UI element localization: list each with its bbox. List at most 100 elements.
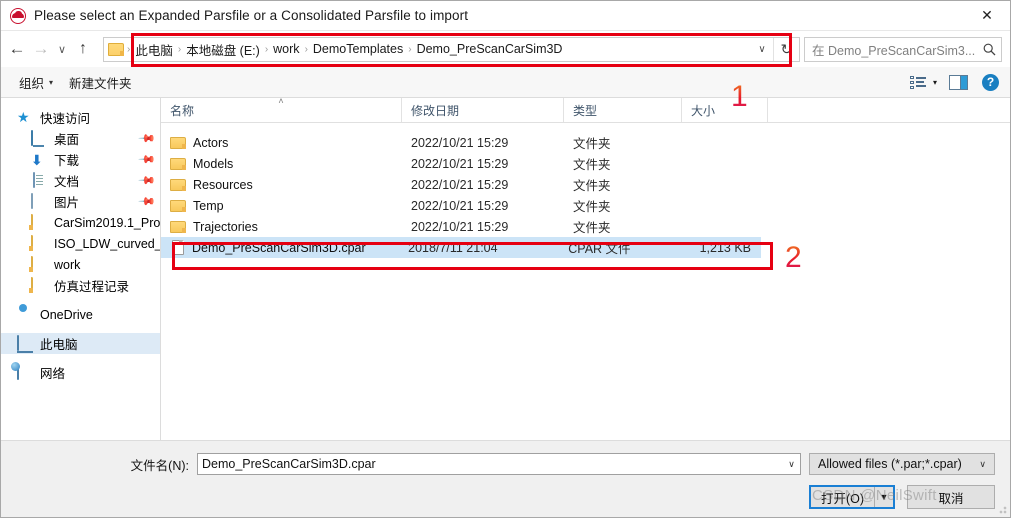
navigation-sidebar: ★ 快速访问 桌面 📌 ⬇ 下载 📌 文档 📌 图片 📌 CarSim2019.… <box>1 98 161 440</box>
file-name: Temp <box>193 198 224 213</box>
folder-icon <box>170 220 186 233</box>
sidebar-item-carsim2019[interactable]: CarSim2019.1_Pro <box>1 212 160 233</box>
table-row[interactable]: Resources 2022/10/21 15:29 文件夹 <box>161 174 1010 195</box>
organize-label: 组织 <box>19 76 45 91</box>
breadcrumb[interactable]: › 此电脑 › 本地磁盘 (E:) › work › DemoTemplates… <box>104 38 751 61</box>
onedrive-icon <box>17 307 34 323</box>
star-icon: ★ <box>17 108 30 125</box>
file-type: 文件夹 <box>573 179 611 193</box>
file-type: 文件夹 <box>573 200 611 214</box>
sidebar-item-simulation-records[interactable]: 仿真过程记录 <box>1 275 160 296</box>
chevron-down-icon: ▾ <box>49 77 54 87</box>
chevron-down-icon: ∨ <box>979 458 986 469</box>
download-icon: ⬇ <box>31 151 43 168</box>
sidebar-item-pictures[interactable]: 图片 📌 <box>1 191 160 212</box>
view-options-icon[interactable] <box>909 75 927 90</box>
command-toolbar: 组织 ▾ 新建文件夹 ▾ ? <box>1 67 1010 98</box>
table-row[interactable]: Actors 2022/10/21 15:29 文件夹 <box>161 132 1010 153</box>
help-icon[interactable]: ? <box>982 73 999 91</box>
column-header-type[interactable]: 类型 <box>564 98 682 122</box>
filename-input[interactable]: Demo_PreScanCarSim3D.cpar ∨ <box>197 453 801 475</box>
file-type: 文件夹 <box>573 137 611 151</box>
file-name: Demo_PreScanCarSim3D.cpar <box>192 240 366 255</box>
column-header-label: 名称 <box>170 103 195 118</box>
search-box[interactable]: 在 Demo_PreScanCarSim3... <box>804 36 1002 62</box>
sidebar-item-documents[interactable]: 文档 📌 <box>1 170 160 191</box>
sidebar-item-this-pc[interactable]: 此电脑 <box>1 333 160 354</box>
breadcrumb-item-2[interactable]: work <box>269 42 303 56</box>
breadcrumb-item-4[interactable]: Demo_PreScanCarSim3D <box>413 42 567 56</box>
forward-button[interactable]: → <box>29 36 53 62</box>
file-name-cell: Actors <box>161 136 402 150</box>
close-icon[interactable]: ✕ <box>964 1 1010 30</box>
file-type: CPAR 文件 <box>568 242 631 256</box>
sidebar-item-label: 桌面 <box>54 133 80 147</box>
chevron-down-icon[interactable]: ∨ <box>783 454 800 474</box>
pin-icon: 📌 <box>137 129 156 148</box>
column-header-label: 大小 <box>691 103 716 118</box>
sidebar-item-label: 文档 <box>54 175 80 189</box>
sidebar-item-downloads[interactable]: ⬇ 下载 📌 <box>1 149 160 170</box>
table-row[interactable]: Trajectories 2022/10/21 15:29 文件夹 <box>161 216 1010 237</box>
file-date: 2022/10/21 15:29 <box>411 135 509 150</box>
sidebar-item-label: ISO_LDW_curved_ <box>54 236 161 251</box>
dialog-body: ★ 快速访问 桌面 📌 ⬇ 下载 📌 文档 📌 图片 📌 CarSim2019.… <box>1 97 1010 441</box>
folder-icon <box>31 213 48 231</box>
breadcrumb-item-3[interactable]: DemoTemplates <box>309 42 407 56</box>
folder-icon <box>31 234 48 252</box>
refresh-icon[interactable]: ↻ <box>773 37 799 61</box>
back-button[interactable]: ← <box>5 36 29 62</box>
file-open-dialog: Please select an Expanded Parsfile or a … <box>0 0 1011 518</box>
sidebar-item-label: CarSim2019.1_Pro <box>54 215 161 230</box>
file-name-cell: Resources <box>161 178 402 192</box>
filename-value: Demo_PreScanCarSim3D.cpar <box>202 457 376 471</box>
file-name-cell: Demo_PreScanCarSim3D.cpar <box>161 240 399 255</box>
annotation-number-1: 1 <box>731 80 748 113</box>
pin-icon: 📌 <box>137 192 156 211</box>
this-pc-icon <box>17 334 34 352</box>
column-header-date[interactable]: 修改日期 <box>402 98 564 122</box>
column-header-name[interactable]: ˄ 名称 <box>161 97 402 122</box>
dialog-footer: 文件名(N): Demo_PreScanCarSim3D.cpar ∨ Allo… <box>1 441 1010 517</box>
toolbar-right-group: ▾ ? <box>909 73 1002 91</box>
folder-icon <box>31 276 48 294</box>
breadcrumb-item-0[interactable]: 此电脑 <box>131 40 177 59</box>
file-name: Trajectories <box>193 219 258 234</box>
table-row-selected[interactable]: Demo_PreScanCarSim3D.cpar 2018/7/11 21:0… <box>161 237 761 258</box>
sidebar-item-label: 此电脑 <box>40 338 78 352</box>
title-bar: Please select an Expanded Parsfile or a … <box>1 1 1010 31</box>
up-button[interactable]: ↑ <box>71 36 95 62</box>
breadcrumb-item-1[interactable]: 本地磁盘 (E:) <box>182 40 264 59</box>
recent-locations-dropdown-icon[interactable]: ∨ <box>53 36 71 62</box>
sidebar-item-work[interactable]: work <box>1 254 160 275</box>
sidebar-item-network[interactable]: 网络 <box>1 362 160 383</box>
folder-icon <box>108 42 124 56</box>
sidebar-item-desktop[interactable]: 桌面 📌 <box>1 128 160 149</box>
file-name: Models <box>193 156 234 171</box>
sidebar-item-label: work <box>54 257 81 272</box>
sidebar-item-label: 仿真过程记录 <box>54 280 130 294</box>
chevron-down-icon[interactable]: ▾ <box>933 78 937 87</box>
sidebar-item-quick-access[interactable]: ★ 快速访问 <box>1 107 160 128</box>
file-type-filter-select[interactable]: Allowed files (*.par;*.cpar) ∨ <box>809 453 995 475</box>
resize-grip[interactable] <box>996 503 1007 514</box>
pin-icon: 📌 <box>137 171 156 190</box>
sidebar-item-label: 快速访问 <box>40 112 91 126</box>
chevron-down-icon[interactable]: ∨ <box>751 38 773 61</box>
file-date: 2022/10/21 15:29 <box>411 156 509 171</box>
file-rows: Actors 2022/10/21 15:29 文件夹 Models 2022/… <box>161 123 1010 440</box>
table-row[interactable]: Temp 2022/10/21 15:29 文件夹 <box>161 195 1010 216</box>
address-bar[interactable]: › 此电脑 › 本地磁盘 (E:) › work › DemoTemplates… <box>103 36 800 62</box>
organize-button[interactable]: 组织 ▾ <box>11 71 61 94</box>
folder-icon <box>170 199 186 212</box>
preview-pane-icon[interactable] <box>949 74 968 90</box>
new-folder-button[interactable]: 新建文件夹 <box>61 71 140 94</box>
sidebar-item-onedrive[interactable]: OneDrive <box>1 304 160 325</box>
sidebar-item-iso-ldw-curved[interactable]: ISO_LDW_curved_ <box>1 233 160 254</box>
column-header-size[interactable]: 大小 <box>682 98 768 122</box>
file-name-cell: Models <box>161 157 402 171</box>
search-input[interactable]: 在 Demo_PreScanCarSim3... <box>805 40 977 59</box>
file-date: 2022/10/21 15:29 <box>411 198 509 213</box>
file-date: 2022/10/21 15:29 <box>411 177 509 192</box>
table-row[interactable]: Models 2022/10/21 15:29 文件夹 <box>161 153 1010 174</box>
